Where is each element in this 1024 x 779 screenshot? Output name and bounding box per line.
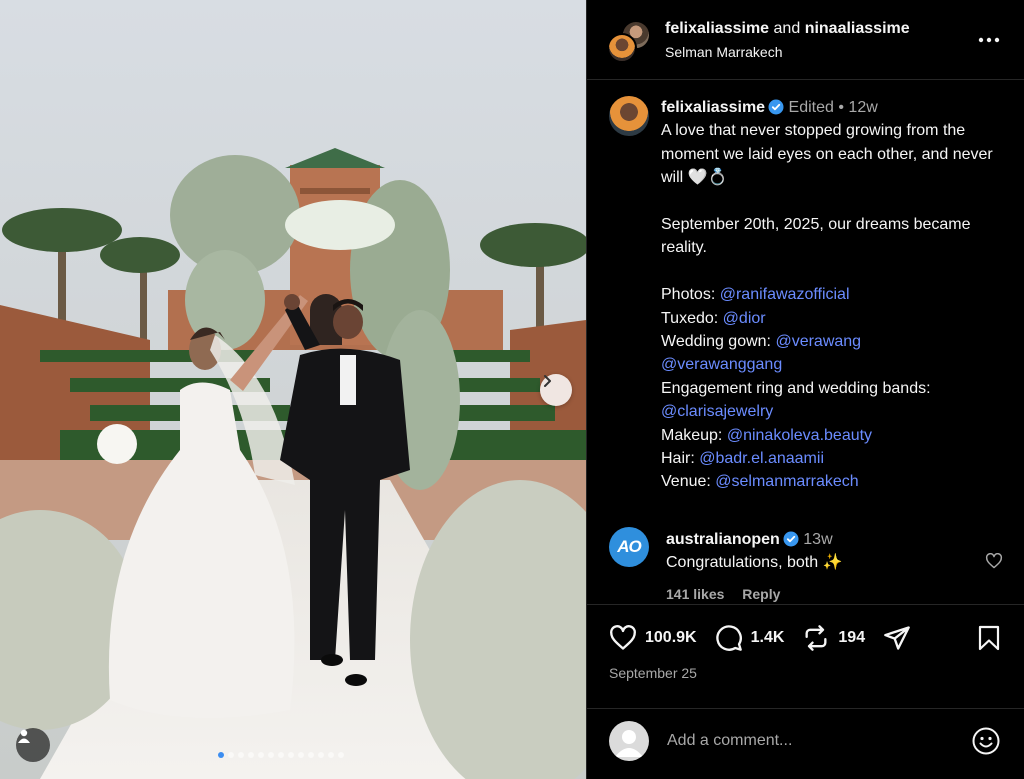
- carousel-dot: [268, 752, 274, 758]
- caption-username-link[interactable]: felixaliassime: [661, 99, 765, 116]
- save-button[interactable]: [977, 625, 1001, 656]
- post-actions: 100.9K 1.4K 194 September 25: [587, 604, 1024, 708]
- caption-timestamp: 12w: [848, 99, 878, 116]
- mention-link[interactable]: @selmanmarrakech: [715, 473, 858, 490]
- authors-conjunction: and: [773, 20, 801, 37]
- caption-text: A love that never stopped growing from t…: [661, 119, 1011, 493]
- more-options-button[interactable]: [978, 30, 1000, 48]
- mention-link[interactable]: @badr.el.anaamii: [699, 450, 824, 467]
- post-authors: felixaliassime and ninaaliassime: [665, 20, 910, 38]
- comment-meta: 141 likes Reply: [666, 586, 794, 602]
- carousel-dot: [318, 752, 324, 758]
- avatar: [607, 33, 637, 63]
- comment-button[interactable]: 1.4K: [715, 624, 785, 652]
- more-horizontal-icon: [978, 37, 1000, 43]
- carousel-dot: [338, 752, 344, 758]
- credit-line: Venue: @selmanmarrakech: [661, 470, 1011, 493]
- caption-header: felixaliassime Edited • 12w: [661, 96, 1011, 119]
- repost-button[interactable]: 194: [802, 624, 865, 652]
- credit-label: Tuxedo:: [661, 309, 719, 327]
- comments-count: 1.4K: [750, 629, 785, 646]
- default-avatar-icon: [615, 730, 643, 757]
- credit-label: Photos:: [661, 286, 716, 304]
- carousel-dot: [258, 752, 264, 758]
- credit-label: Makeup:: [661, 426, 723, 444]
- carousel-dot: [298, 752, 304, 758]
- user-tag-icon: [18, 729, 30, 743]
- post-details-panel: felixaliassime and ninaaliassime Selman …: [586, 0, 1024, 779]
- comment-reply-button[interactable]: Reply: [742, 586, 780, 602]
- post-photo[interactable]: [0, 0, 586, 779]
- emoji-picker-button[interactable]: [971, 726, 1001, 761]
- comment-text: Congratulations, both ✨: [666, 554, 843, 571]
- caption-line: A love that never stopped growing from t…: [661, 122, 993, 187]
- post-header: felixaliassime and ninaaliassime Selman …: [587, 0, 1024, 80]
- repost-icon: [805, 625, 827, 651]
- share-button[interactable]: [883, 624, 911, 652]
- verified-badge-icon: [783, 531, 799, 547]
- carousel-dot: [248, 752, 254, 758]
- carousel-dot: [308, 752, 314, 758]
- comment-timestamp: 13w: [803, 531, 833, 548]
- mention-link[interactable]: @verawanggang: [661, 356, 782, 373]
- caption-line: September 20th, 2025, our dreams became …: [661, 216, 971, 257]
- wedding-photo-illustration: [0, 0, 586, 779]
- comment-header: australianopen 13w: [666, 528, 842, 551]
- comment-like-button[interactable]: [985, 552, 1003, 574]
- credit-line: Engagement ring and wedding bands: @clari…: [661, 377, 1011, 424]
- comment-input[interactable]: [667, 727, 947, 755]
- commenter-username-link[interactable]: australianopen: [666, 531, 780, 548]
- meta-separator: •: [838, 99, 844, 116]
- heart-icon: [610, 625, 636, 650]
- comment-bubble-icon: [715, 625, 742, 651]
- mention-link[interactable]: @dior: [723, 310, 766, 327]
- carousel-dot: [228, 752, 234, 758]
- mention-link[interactable]: @verawang: [775, 333, 861, 350]
- location-link[interactable]: Selman Marrakech: [665, 44, 783, 60]
- credit-label: Venue:: [661, 473, 711, 491]
- mention-link[interactable]: @clarisajewelry: [661, 403, 773, 420]
- add-comment-bar: [587, 708, 1024, 779]
- chevron-right-icon: [544, 375, 551, 387]
- likes-count: 100.9K: [645, 629, 697, 646]
- send-icon: [884, 626, 910, 650]
- credit-line: Hair: @badr.el.anaamii: [661, 447, 1011, 470]
- credit-label: Engagement ring and wedding bands:: [661, 379, 931, 397]
- avatar[interactable]: [609, 96, 649, 136]
- credit-label: Hair:: [661, 450, 695, 468]
- reposts-count: 194: [838, 629, 866, 646]
- coauthor-username-link[interactable]: ninaaliassime: [805, 20, 910, 37]
- like-button[interactable]: 100.9K: [609, 625, 697, 651]
- collab-avatars[interactable]: [607, 20, 651, 64]
- edited-label: Edited: [788, 99, 834, 116]
- carousel-dot: [328, 752, 334, 758]
- post-date: September 25: [609, 665, 697, 681]
- author-username-link[interactable]: felixaliassime: [665, 20, 769, 37]
- heart-icon: [985, 552, 1003, 569]
- mention-link[interactable]: @ranifawazofficial: [720, 286, 850, 303]
- credit-label: Wedding gown:: [661, 333, 771, 351]
- credit-line: Wedding gown: @verawang @verawanggang: [661, 330, 1011, 377]
- carousel-dot: [238, 752, 244, 758]
- emoji-icon: [972, 727, 1000, 755]
- mention-link[interactable]: @ninakoleva.beauty: [727, 427, 872, 444]
- carousel-dot: [218, 752, 224, 758]
- credit-line: Photos: @ranifawazofficial: [661, 283, 1011, 306]
- carousel-dot: [288, 752, 294, 758]
- carousel-indicator: [218, 752, 344, 758]
- bookmark-icon: [978, 625, 1000, 651]
- commenter-avatar[interactable]: AO: [609, 527, 649, 567]
- carousel-dot: [278, 752, 284, 758]
- carousel-next-button[interactable]: [540, 374, 572, 406]
- tagged-users-button[interactable]: [16, 728, 50, 762]
- current-user-avatar: [609, 721, 649, 761]
- credit-line: Tuxedo: @dior: [661, 307, 1011, 330]
- comment-likes-link[interactable]: 141 likes: [666, 586, 724, 602]
- credit-line: Makeup: @ninakoleva.beauty: [661, 424, 1011, 447]
- verified-badge-icon: [768, 99, 784, 115]
